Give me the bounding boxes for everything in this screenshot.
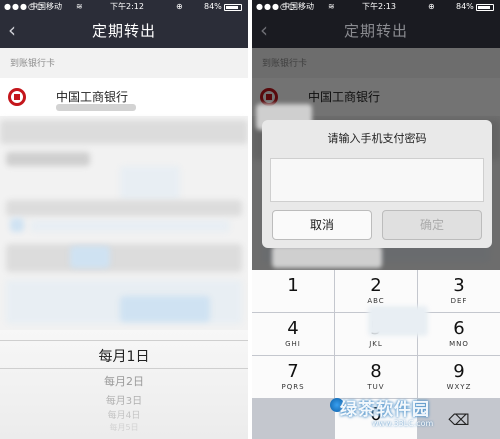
status-time: 下午2:13: [362, 2, 396, 11]
blurred-text: [70, 246, 110, 268]
blurred-text: [120, 166, 180, 200]
status-bar: ●●●○○ 中国移动 ≋ 下午2:13 ⊕ 84%: [252, 0, 500, 14]
watermark-url: www.33LC.com: [372, 419, 434, 428]
battery-icon: [476, 4, 494, 11]
key-6[interactable]: 6 MNO: [418, 313, 500, 355]
wifi-icon: ≋: [328, 2, 335, 11]
blurred-text: [30, 220, 230, 232]
picker-item[interactable]: 每月4日: [0, 408, 248, 421]
blurred-text: [368, 306, 428, 336]
date-picker[interactable]: 每月1日 每月2日 每月3日 每月4日 每月5日: [0, 330, 248, 439]
key-7[interactable]: 7 PQRS: [252, 356, 334, 398]
wifi-icon: ≋: [76, 2, 83, 11]
carrier-label: 中国移动: [282, 2, 314, 11]
nav-bar: ‹ 定期转出: [0, 14, 248, 48]
watermark-text: 绿茶软件园: [340, 400, 430, 420]
confirm-button[interactable]: 确定: [382, 210, 482, 240]
blurred-text: [272, 246, 382, 268]
picker-item[interactable]: 每月5日: [0, 422, 248, 433]
orientation-lock-icon: ⊕: [428, 2, 435, 11]
key-3[interactable]: 3 DEF: [418, 270, 500, 312]
key-4[interactable]: 4 GHI: [252, 313, 334, 355]
bank-card-row[interactable]: 中国工商银行: [0, 78, 248, 116]
redacted-card-number: [56, 104, 136, 111]
orientation-lock-icon: ⊕: [176, 2, 183, 11]
blurred-row: [6, 200, 242, 216]
key-9[interactable]: 9 WXYZ: [418, 356, 500, 398]
bank-logo-icon: [8, 88, 26, 106]
password-input[interactable]: [270, 158, 484, 202]
key-empty: [252, 399, 334, 439]
battery-icon: [224, 4, 242, 11]
blurred-text: [6, 152, 90, 166]
page-title: 定期转出: [343, 22, 408, 40]
cancel-button[interactable]: 取消: [272, 210, 372, 240]
status-time: 下午2:12: [110, 2, 144, 11]
picker-item[interactable]: 每月2日: [0, 373, 248, 389]
bank-name: 中国工商银行: [56, 90, 129, 104]
picker-divider: [0, 368, 248, 369]
left-screen: ●●●○○ 中国移动 ≋ 下午2:12 ⊕ 84% ‹ 定期转出 到账银行卡 中…: [0, 0, 248, 439]
battery-percent: 84%: [204, 2, 222, 11]
right-screen: ●●●○○ 中国移动 ≋ 下午2:13 ⊕ 84% ‹ 定期转出 到账银行卡 中…: [252, 0, 500, 439]
blurred-row: [6, 244, 242, 272]
picker-item-selected[interactable]: 每月1日: [0, 346, 248, 366]
picker-divider: [0, 340, 248, 341]
blurred-text: [120, 296, 210, 322]
section-label: 到账银行卡: [10, 59, 56, 69]
key-8[interactable]: 8 TUV: [335, 356, 417, 398]
status-bar: ●●●○○ 中国移动 ≋ 下午2:12 ⊕ 84%: [0, 0, 248, 14]
battery-percent: 84%: [456, 2, 474, 11]
picker-item[interactable]: 每月3日: [0, 392, 248, 407]
page-title: 定期转出: [91, 22, 156, 40]
dialog-title: 请输入手机支付密码: [327, 132, 427, 145]
carrier-label: 中国移动: [30, 2, 62, 11]
blurred-icon: [10, 218, 24, 232]
nav-bar: ‹ 定期转出: [252, 14, 500, 48]
key-1[interactable]: 1: [252, 270, 334, 312]
password-dialog: 请输入手机支付密码 取消 确定: [262, 120, 492, 248]
blurred-row: [0, 120, 248, 144]
